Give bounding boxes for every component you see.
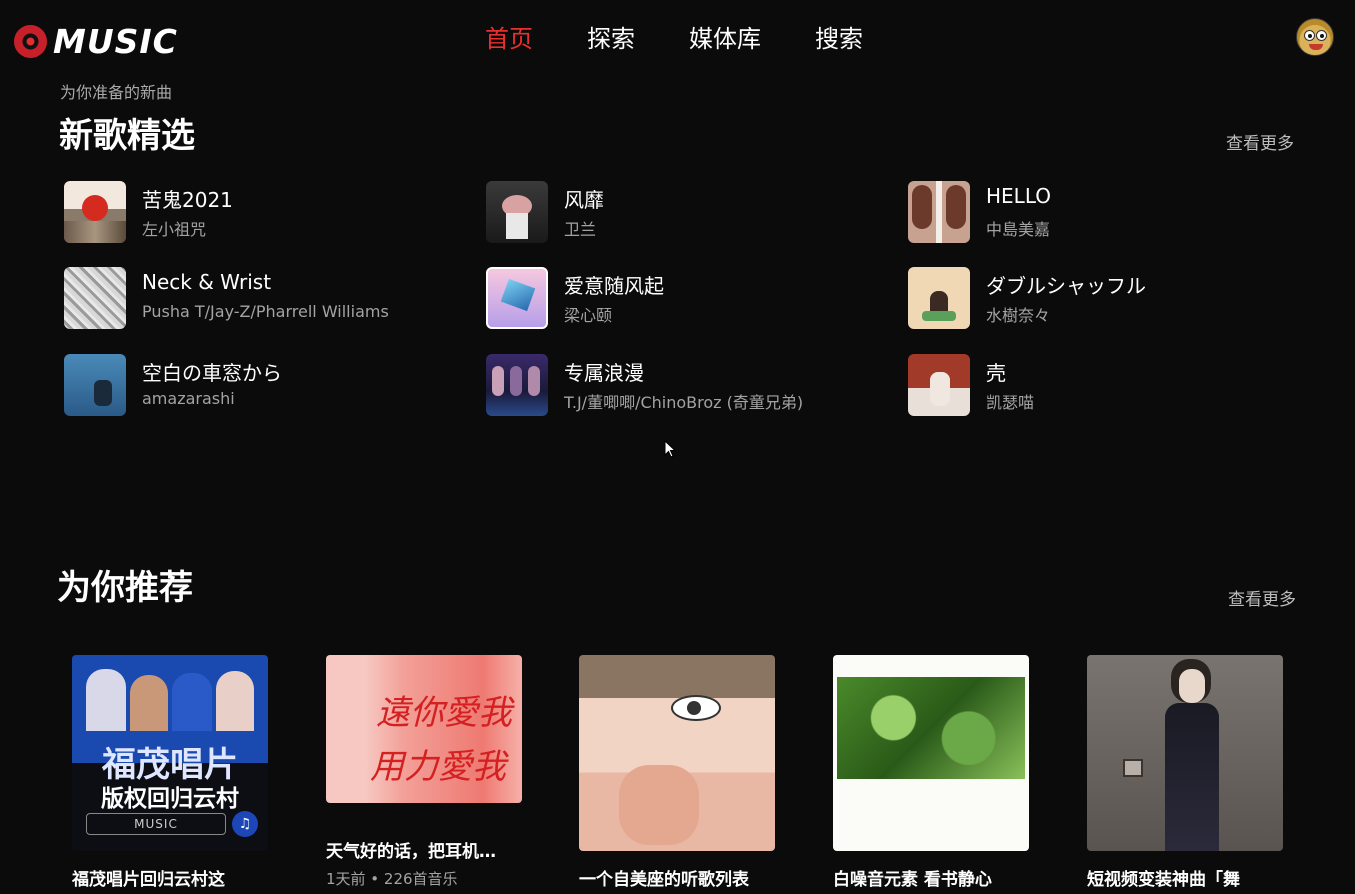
playlist-cover: 遠你愛我 用力愛我 bbox=[326, 655, 522, 803]
playlist-cover bbox=[1087, 655, 1283, 851]
album-cover bbox=[64, 354, 126, 416]
main-nav: 首页 探索 媒体库 搜索 bbox=[485, 22, 917, 56]
song-title: 苦鬼2021 bbox=[142, 188, 233, 212]
song-artist[interactable]: T.J/董唧唧/ChinoBroz (奇童兄弟) bbox=[564, 389, 803, 413]
playlist-title[interactable]: 短视频变装神曲「舞 bbox=[1087, 865, 1283, 890]
logo-text: MUSIC bbox=[53, 22, 178, 61]
cover-subline: 版权回归云村 bbox=[101, 786, 239, 812]
song-artist[interactable]: Pusha T/Jay-Z/Pharrell Williams bbox=[142, 302, 389, 321]
user-avatar[interactable] bbox=[1296, 18, 1334, 56]
song-title: HELLO bbox=[986, 184, 1051, 208]
song-artist[interactable]: amazarashi bbox=[142, 389, 235, 408]
playlist-title[interactable]: 一个自美座的听歌列表 bbox=[579, 865, 775, 890]
album-cover bbox=[486, 267, 548, 329]
album-cover bbox=[64, 181, 126, 243]
album-cover bbox=[64, 267, 126, 329]
vinyl-disc-icon bbox=[14, 25, 47, 58]
playlist-title[interactable]: 白噪音元素 看书静心 bbox=[833, 865, 1029, 890]
album-cover bbox=[908, 181, 970, 243]
playlist-cover bbox=[579, 655, 775, 851]
song-item[interactable]: HELLO 中島美嘉 bbox=[908, 181, 1308, 245]
playlist-cover bbox=[833, 655, 1029, 851]
song-artist[interactable]: 左小祖咒 bbox=[142, 216, 206, 240]
song-item[interactable]: Neck & Wrist Pusha T/Jay-Z/Pharrell Will… bbox=[64, 267, 464, 331]
album-cover bbox=[486, 354, 548, 416]
song-artist[interactable]: 卫兰 bbox=[564, 216, 596, 240]
recommend-see-more-link[interactable]: 查看更多 bbox=[1228, 585, 1296, 610]
nav-explore[interactable]: 探索 bbox=[587, 22, 635, 56]
cover-brand-badge: MUSIC bbox=[86, 813, 226, 835]
mouse-cursor-icon bbox=[664, 440, 677, 458]
avatar-eye-icon bbox=[1316, 30, 1327, 41]
nav-home[interactable]: 首页 bbox=[485, 22, 533, 56]
avatar-mouth-icon bbox=[1309, 44, 1323, 50]
song-title: 壳 bbox=[986, 361, 1006, 385]
playlist-card[interactable]: 一个自美座的听歌列表 bbox=[579, 655, 775, 890]
nav-search[interactable]: 搜索 bbox=[815, 22, 863, 56]
album-cover bbox=[486, 181, 548, 243]
playlist-card[interactable]: 白噪音元素 看书静心 bbox=[833, 655, 1029, 890]
song-title: 空白の車窓から bbox=[142, 361, 282, 385]
song-title: Neck & Wrist bbox=[142, 270, 272, 294]
song-artist[interactable]: 中島美嘉 bbox=[986, 216, 1050, 240]
song-item[interactable]: 专属浪漫 T.J/董唧唧/ChinoBroz (奇童兄弟) bbox=[486, 354, 886, 418]
new-songs-see-more-link[interactable]: 查看更多 bbox=[1226, 129, 1294, 154]
song-title: ダブルシャッフル bbox=[986, 274, 1146, 298]
song-item[interactable]: 苦鬼2021 左小祖咒 bbox=[64, 181, 464, 245]
album-cover bbox=[908, 354, 970, 416]
nav-library[interactable]: 媒体库 bbox=[689, 22, 761, 56]
song-item[interactable]: 爱意随风起 梁心颐 bbox=[486, 267, 886, 331]
song-title: 专属浪漫 bbox=[564, 361, 644, 385]
new-songs-title: 新歌精选 bbox=[59, 116, 195, 156]
playlist-meta: 1天前 • 226首音乐 bbox=[326, 870, 458, 888]
section-subtitle: 为你准备的新曲 bbox=[60, 83, 173, 102]
cover-brand-text: MUSIC bbox=[134, 817, 178, 831]
playlist-title[interactable]: 福茂唱片回归云村这 bbox=[72, 865, 268, 890]
app-logo[interactable]: MUSIC bbox=[14, 22, 178, 61]
song-title: 爱意随风起 bbox=[564, 274, 664, 298]
playlist-card[interactable]: 福茂唱片 版权回归云村 MUSIC ♫ 福茂唱片回归云村这 bbox=[72, 655, 268, 890]
playlist-card[interactable]: 短视频变装神曲「舞 bbox=[1087, 655, 1283, 890]
song-title: 风靡 bbox=[564, 188, 604, 212]
cover-handwriting: 用力愛我 bbox=[370, 747, 506, 787]
recommend-title: 为你推荐 bbox=[57, 568, 193, 608]
cover-handwriting: 遠你愛我 bbox=[376, 693, 512, 733]
playlist-title[interactable]: 天气好的话，把耳机… bbox=[326, 837, 522, 862]
playlist-cover: 福茂唱片 版权回归云村 MUSIC ♫ bbox=[72, 655, 268, 851]
song-artist[interactable]: 凯瑟喵 bbox=[986, 389, 1034, 413]
song-artist[interactable]: 梁心颐 bbox=[564, 302, 612, 326]
top-header: MUSIC 首页 探索 媒体库 搜索 bbox=[0, 0, 1355, 78]
avatar-eye-icon bbox=[1304, 30, 1315, 41]
song-item[interactable]: 壳 凯瑟喵 bbox=[908, 354, 1308, 418]
album-cover bbox=[908, 267, 970, 329]
song-item[interactable]: ダブルシャッフル 水樹奈々 bbox=[908, 267, 1308, 331]
song-artist[interactable]: 水樹奈々 bbox=[986, 302, 1050, 326]
song-item[interactable]: 风靡 卫兰 bbox=[486, 181, 886, 245]
playlist-card[interactable]: 遠你愛我 用力愛我 天气好的话，把耳机… 1天前 • 226首音乐 bbox=[326, 655, 522, 889]
music-note-icon: ♫ bbox=[232, 811, 258, 837]
song-item[interactable]: 空白の車窓から amazarashi bbox=[64, 354, 464, 418]
